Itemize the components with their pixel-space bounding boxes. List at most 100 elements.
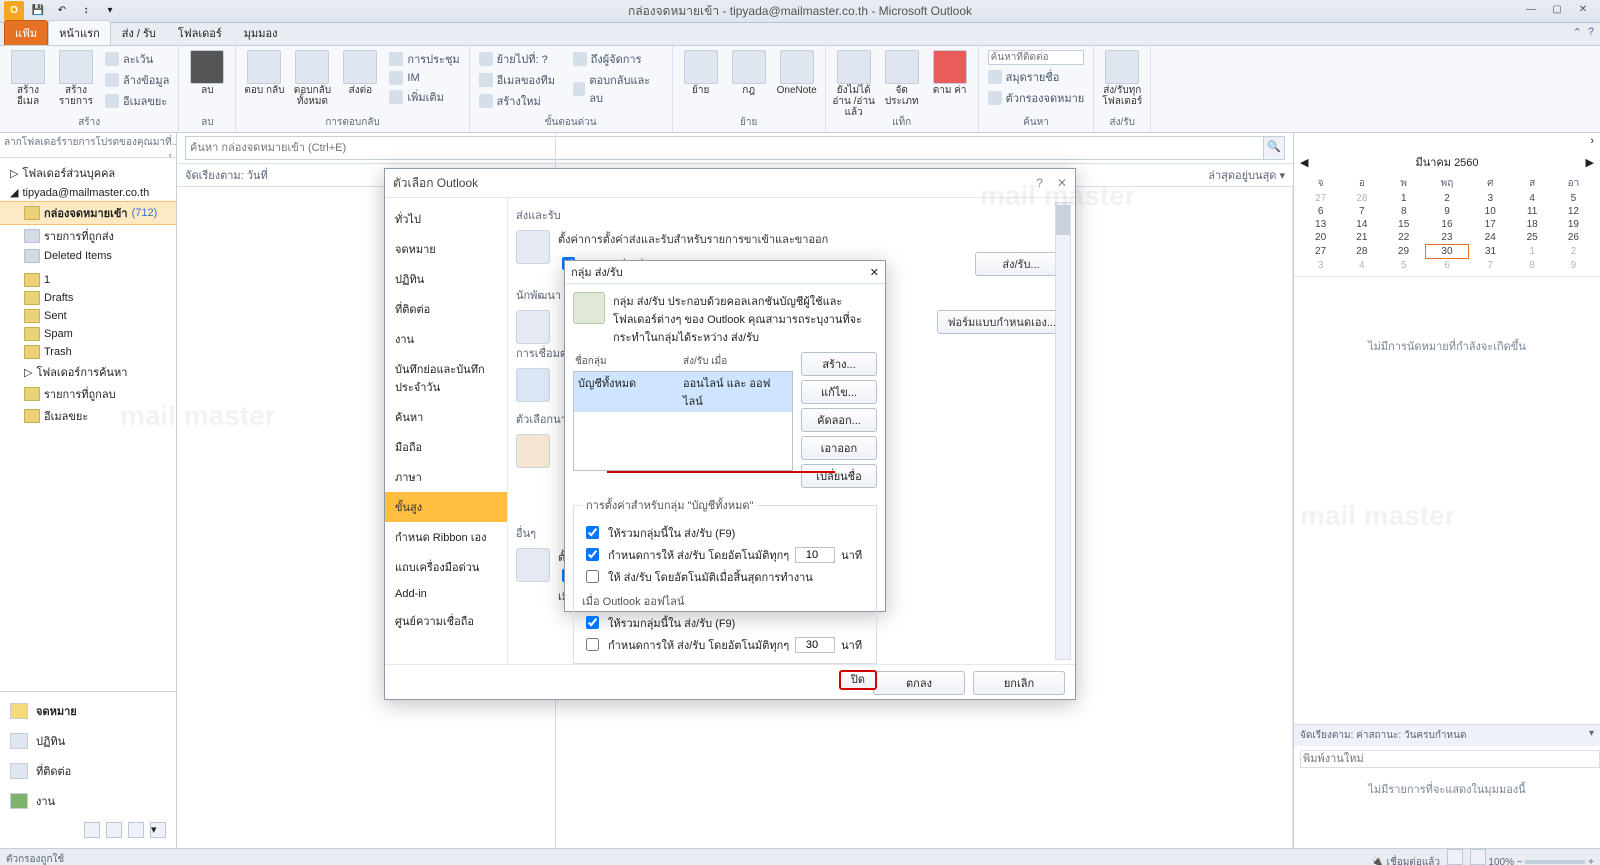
navbar-tasks[interactable]: งาน (0, 786, 176, 816)
nav-deleted-all[interactable]: รายการที่ถูกลบ (0, 383, 176, 405)
nav-trash[interactable]: Trash (0, 343, 176, 361)
minimize-button[interactable]: — (1518, 0, 1544, 20)
ribbon-minimize-icon[interactable]: ⌃ (1573, 26, 1582, 39)
sr-rename-button[interactable]: เปลี่ยนชื่อ (801, 464, 877, 488)
custom-forms-button[interactable]: ฟอร์มแบบกำหนดเอง... (937, 310, 1067, 334)
options-nav-7[interactable]: มือถือ (385, 432, 507, 462)
qat-undo-icon[interactable]: ↶ (52, 1, 72, 21)
task-arrange-label[interactable]: จัดเรียงตาม: ค่าสถานะ: วันครบกำหนด (1300, 728, 1466, 743)
delete-button[interactable]: ลบ (185, 49, 229, 96)
sr-offline-schedule-checkbox[interactable] (586, 638, 599, 651)
qat-save-icon[interactable]: 💾 (28, 1, 48, 21)
find-contact-input[interactable] (985, 49, 1088, 66)
options-nav-3[interactable]: ที่ติดต่อ (385, 294, 507, 324)
categorize-button[interactable]: จัดประเภท (880, 49, 924, 107)
new-items-button[interactable]: สร้าง รายการ (54, 49, 98, 107)
sr-groups-list[interactable]: บัญชีทั้งหมดออนไลน์ และ ออฟไลน์ (573, 371, 793, 471)
sr-group-all-accounts[interactable]: บัญชีทั้งหมดออนไลน์ และ ออฟไลน์ (574, 372, 792, 412)
quickstep-4[interactable]: ถึงผู้จัดการ (570, 49, 660, 69)
options-nav-11[interactable]: แถบเครื่องมือด่วน (385, 552, 507, 582)
unread-read-button[interactable]: ยังไม่ได้อ่าน /อ่านแล้ว (832, 49, 876, 118)
navbar-more[interactable]: ▾ (0, 816, 176, 844)
sr-edit-button[interactable]: แก้ไข... (801, 380, 877, 404)
navbar-contacts[interactable]: ที่ติดต่อ (0, 756, 176, 786)
sr-offline-include-f9-checkbox[interactable] (586, 616, 599, 629)
todobar-toggle-icon[interactable]: › (1590, 135, 1594, 147)
sr-include-f9-checkbox[interactable] (586, 526, 599, 539)
filter-email-button[interactable]: ตัวกรองจดหมาย (985, 88, 1088, 108)
sr-auto-on-exit-checkbox[interactable] (586, 570, 599, 583)
options-nav-1[interactable]: จดหมาย (385, 234, 507, 264)
sr-offline-minutes-input[interactable] (795, 637, 835, 653)
nav-drafts[interactable]: Drafts (0, 289, 176, 307)
im-button[interactable]: IM (386, 70, 462, 86)
followup-button[interactable]: ตาม ค่า (928, 49, 972, 96)
nav-folder-1[interactable]: 1 (0, 271, 176, 289)
search-icon[interactable]: 🔍 (1264, 136, 1285, 160)
sr-new-button[interactable]: สร้าง... (801, 352, 877, 376)
options-nav-13[interactable]: ศูนย์ความเชื่อถือ (385, 606, 507, 636)
options-nav-2[interactable]: ปฏิทิน (385, 264, 507, 294)
sr-copy-button[interactable]: คัดลอก... (801, 408, 877, 432)
nav-junk[interactable]: อีเมลขยะ (0, 405, 176, 427)
cal-prev-icon[interactable]: ◀ (1300, 156, 1308, 169)
options-nav-0[interactable]: ทั่วไป (385, 204, 507, 234)
address-book-button[interactable]: สมุดรายชื่อ (985, 67, 1088, 87)
nav-deleted-items[interactable]: Deleted Items (0, 247, 176, 265)
quickstep-5[interactable]: ตอบกลับและลบ (570, 70, 660, 108)
options-nav-8[interactable]: ภาษา (385, 462, 507, 492)
cleanup-button[interactable]: ล้างข้อมูล (102, 70, 172, 90)
options-nav-12[interactable]: Add-in (385, 582, 507, 606)
new-email-button[interactable]: สร้าง อีเมล (6, 49, 50, 107)
sr-close-button[interactable]: ปิด (839, 670, 877, 690)
close-button[interactable]: ✕ (1570, 0, 1596, 20)
send-receive-all-button[interactable]: ส่ง/รับทุก โฟลเดอร์ (1100, 49, 1144, 107)
navbar-calendar[interactable]: ปฏิทิน (0, 726, 176, 756)
zoom-in-icon[interactable]: + (1588, 857, 1594, 865)
help-icon[interactable]: ? (1588, 26, 1594, 39)
nav-search-folders[interactable]: ▷ โฟลเดอร์การค้นหา (0, 361, 176, 383)
view-normal-icon[interactable] (1447, 849, 1463, 865)
options-nav-4[interactable]: งาน (385, 324, 507, 354)
nav-sent[interactable]: Sent (0, 307, 176, 325)
search-input[interactable] (185, 136, 1264, 160)
options-scrollbar[interactable] (1056, 205, 1070, 235)
meeting-button[interactable]: การประชุม (386, 49, 462, 69)
options-nav-10[interactable]: กำหนด Ribbon เอง (385, 522, 507, 552)
sr-remove-button[interactable]: เอาออก (801, 436, 877, 460)
nav-personal-folders[interactable]: ▷ โฟลเดอร์ส่วนบุคคล (0, 162, 176, 184)
tab-home[interactable]: หน้าแรก (48, 20, 111, 45)
quickstep-1[interactable]: ย้ายไปที่: ? (476, 49, 566, 69)
options-cancel-button[interactable]: ยกเลิก (973, 671, 1065, 695)
arrange-by-button[interactable]: จัดเรียงตาม: วันที่ (185, 166, 268, 184)
tab-send-receive[interactable]: ส่ง / รับ (111, 20, 167, 45)
tab-file[interactable]: แฟ้ม (4, 20, 48, 45)
zoom-out-icon[interactable]: − (1517, 857, 1523, 865)
move-button[interactable]: ย้าย (679, 49, 723, 96)
tab-folder[interactable]: โฟลเดอร์ (167, 20, 233, 45)
nav-inbox[interactable]: กล่องจดหมายเข้า (712) (0, 201, 176, 225)
arrange-order-button[interactable]: ล่าสุดอยู่บนสุด ▾ (1208, 166, 1285, 184)
qat-dropdown-icon[interactable]: ▾ (100, 1, 120, 21)
sr-close-icon[interactable]: ✕ (870, 266, 879, 279)
reply-button[interactable]: ตอบ กลับ (242, 49, 286, 96)
tab-view[interactable]: มุมมอง (233, 20, 289, 45)
navbar-mail[interactable]: จดหมาย (0, 696, 176, 726)
nav-sent-items[interactable]: รายการที่ถูกส่ง (0, 225, 176, 247)
options-nav-6[interactable]: ค้นหา (385, 402, 507, 432)
new-task-input[interactable] (1300, 750, 1600, 768)
cal-next-icon[interactable]: ▶ (1586, 156, 1594, 169)
view-reading-icon[interactable] (1470, 849, 1486, 865)
sr-schedule-minutes-input[interactable] (795, 547, 835, 563)
nav-spam[interactable]: Spam (0, 325, 176, 343)
forward-button[interactable]: ส่งต่อ (338, 49, 382, 96)
junk-button[interactable]: อีเมลขยะ (102, 91, 172, 111)
quickstep-3[interactable]: สร้างใหม่ (476, 91, 566, 111)
date-navigator[interactable]: ◀มีนาคม 2560▶ จอพพฤศสอา27281234567891011… (1294, 149, 1600, 277)
onenote-button[interactable]: OneNote (775, 49, 819, 96)
sr-schedule-auto-checkbox[interactable] (586, 548, 599, 561)
rules-button[interactable]: กฎ (727, 49, 771, 96)
ignore-button[interactable]: ละเว้น (102, 49, 172, 69)
reply-all-button[interactable]: ตอบกลับ ทั้งหมด (290, 49, 334, 107)
options-close-icon[interactable]: ✕ (1057, 176, 1067, 190)
